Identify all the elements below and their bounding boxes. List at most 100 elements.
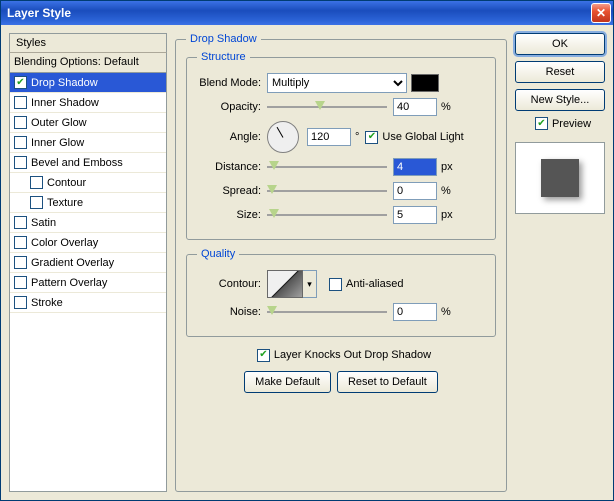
- check-icon: [14, 216, 27, 229]
- contour-dropdown[interactable]: ▾: [303, 270, 317, 298]
- knockout-checkbox[interactable]: Layer Knocks Out Drop Shadow: [257, 349, 431, 362]
- distance-input[interactable]: [393, 158, 437, 176]
- opacity-label: Opacity:: [197, 101, 267, 113]
- check-icon: [14, 96, 27, 109]
- reset-button[interactable]: Reset: [515, 61, 605, 83]
- opacity-slider[interactable]: [267, 99, 387, 115]
- style-item-inner-glow[interactable]: Inner Glow: [10, 133, 166, 153]
- size-slider[interactable]: [267, 207, 387, 223]
- styles-header[interactable]: Styles: [9, 33, 167, 53]
- style-item-inner-shadow[interactable]: Inner Shadow: [10, 93, 166, 113]
- check-icon: [14, 276, 27, 289]
- check-icon: [14, 236, 27, 249]
- check-icon: [365, 131, 378, 144]
- use-global-light-checkbox[interactable]: Use Global Light: [365, 131, 463, 144]
- size-input[interactable]: [393, 206, 437, 224]
- style-item-color-overlay[interactable]: Color Overlay: [10, 233, 166, 253]
- use-global-light-label: Use Global Light: [382, 131, 463, 143]
- blending-options-row[interactable]: Blending Options: Default: [9, 53, 167, 73]
- style-item-label: Texture: [47, 197, 83, 209]
- window-title: Layer Style: [7, 6, 71, 20]
- structure-group: Structure Blend Mode: Multiply Opacity: …: [186, 51, 496, 240]
- opacity-input[interactable]: [393, 98, 437, 116]
- opacity-unit: %: [441, 101, 451, 113]
- style-item-label: Outer Glow: [31, 117, 87, 129]
- angle-unit: °: [355, 131, 359, 143]
- make-default-button[interactable]: Make Default: [244, 371, 331, 393]
- drop-shadow-legend: Drop Shadow: [186, 33, 261, 45]
- ok-button[interactable]: OK: [515, 33, 605, 55]
- dialog-buttons: OK Reset New Style... Preview: [515, 33, 605, 492]
- distance-label: Distance:: [197, 161, 267, 173]
- angle-input[interactable]: [307, 128, 351, 146]
- anti-aliased-label: Anti-aliased: [346, 278, 403, 290]
- reset-default-button[interactable]: Reset to Default: [337, 371, 438, 393]
- titlebar: Layer Style ✕: [1, 1, 613, 25]
- styles-panel: Styles Blending Options: Default Drop Sh…: [9, 33, 167, 492]
- style-item-outer-glow[interactable]: Outer Glow: [10, 113, 166, 133]
- size-unit: px: [441, 209, 453, 221]
- structure-legend: Structure: [197, 51, 250, 63]
- check-icon: [329, 278, 342, 291]
- quality-legend: Quality: [197, 248, 239, 260]
- style-item-label: Contour: [47, 177, 86, 189]
- noise-input[interactable]: [393, 303, 437, 321]
- style-item-label: Inner Shadow: [31, 97, 99, 109]
- spread-input[interactable]: [393, 182, 437, 200]
- spread-unit: %: [441, 185, 451, 197]
- noise-label: Noise:: [197, 306, 267, 318]
- style-item-texture[interactable]: Texture: [10, 193, 166, 213]
- style-item-satin[interactable]: Satin: [10, 213, 166, 233]
- shadow-color-swatch[interactable]: [411, 74, 439, 92]
- style-item-label: Color Overlay: [31, 237, 98, 249]
- noise-unit: %: [441, 306, 451, 318]
- contour-picker[interactable]: [267, 270, 303, 298]
- blend-mode-select[interactable]: Multiply: [267, 73, 407, 93]
- spread-slider[interactable]: [267, 183, 387, 199]
- check-icon: [30, 176, 43, 189]
- style-item-label: Stroke: [31, 297, 63, 309]
- quality-group: Quality Contour: ▾ Anti-aliased Noise:: [186, 248, 496, 337]
- spread-label: Spread:: [197, 185, 267, 197]
- style-item-bevel-and-emboss[interactable]: Bevel and Emboss: [10, 153, 166, 173]
- angle-dial[interactable]: [267, 121, 299, 153]
- new-style-button[interactable]: New Style...: [515, 89, 605, 111]
- preview-swatch: [541, 159, 579, 197]
- distance-unit: px: [441, 161, 453, 173]
- preview-label: Preview: [552, 118, 591, 130]
- layer-style-window: Layer Style ✕ Styles Blending Options: D…: [0, 0, 614, 501]
- anti-aliased-checkbox[interactable]: Anti-aliased: [329, 278, 403, 291]
- check-icon: [14, 296, 27, 309]
- check-icon: [14, 116, 27, 129]
- distance-slider[interactable]: [267, 159, 387, 175]
- drop-shadow-group: Drop Shadow Structure Blend Mode: Multip…: [175, 33, 507, 492]
- style-item-drop-shadow[interactable]: Drop Shadow: [10, 73, 166, 93]
- style-item-label: Bevel and Emboss: [31, 157, 123, 169]
- style-item-label: Drop Shadow: [31, 77, 98, 89]
- style-item-label: Gradient Overlay: [31, 257, 114, 269]
- effect-panel: Drop Shadow Structure Blend Mode: Multip…: [175, 33, 507, 492]
- check-icon: [14, 76, 27, 89]
- angle-label: Angle:: [197, 131, 267, 143]
- style-list: Drop Shadow Inner Shadow Outer Glow Inner G…: [9, 73, 167, 492]
- close-button[interactable]: ✕: [591, 3, 611, 23]
- style-item-label: Inner Glow: [31, 137, 84, 149]
- style-item-gradient-overlay[interactable]: Gradient Overlay: [10, 253, 166, 273]
- preview-checkbox[interactable]: Preview: [521, 117, 605, 130]
- noise-slider[interactable]: [267, 304, 387, 320]
- check-icon: [257, 349, 270, 362]
- contour-label: Contour:: [197, 278, 267, 290]
- check-icon: [14, 136, 27, 149]
- knockout-label: Layer Knocks Out Drop Shadow: [274, 349, 431, 361]
- style-item-pattern-overlay[interactable]: Pattern Overlay: [10, 273, 166, 293]
- style-item-label: Satin: [31, 217, 56, 229]
- check-icon: [14, 156, 27, 169]
- preview-box: [515, 142, 605, 214]
- style-item-contour[interactable]: Contour: [10, 173, 166, 193]
- blend-mode-label: Blend Mode:: [197, 77, 267, 89]
- check-icon: [14, 256, 27, 269]
- style-item-label: Pattern Overlay: [31, 277, 107, 289]
- size-label: Size:: [197, 209, 267, 221]
- style-item-stroke[interactable]: Stroke: [10, 293, 166, 313]
- check-icon: [535, 117, 548, 130]
